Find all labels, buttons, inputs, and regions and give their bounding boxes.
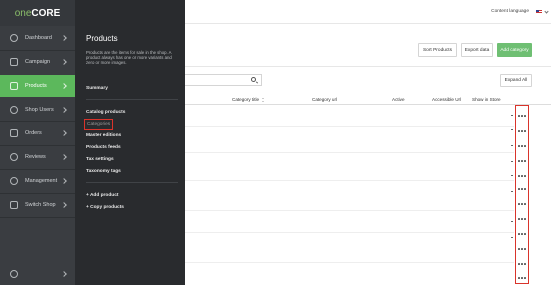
table-row <box>185 126 514 127</box>
sidebar-item-management[interactable]: Management <box>0 170 75 192</box>
sort-products-button[interactable]: Sort Products <box>418 43 457 57</box>
row-actions-menu[interactable] <box>518 233 526 235</box>
chevron-right-icon <box>61 130 67 136</box>
brand-prefix: one <box>14 7 32 19</box>
megaphone-icon <box>10 58 18 66</box>
row-actions-menu[interactable] <box>518 145 526 147</box>
sidebar-item-reviews[interactable]: Reviews <box>0 146 75 168</box>
table-row <box>185 232 514 233</box>
products-flyout-menu: Products Products are the items for sale… <box>75 0 185 285</box>
box-icon <box>10 82 18 90</box>
chevron-right-icon <box>61 35 67 41</box>
table-row <box>185 210 514 211</box>
row-actions-menu[interactable] <box>518 175 526 177</box>
row-actions-menu[interactable] <box>518 218 526 220</box>
main-content: Content language Sort Products Export da… <box>185 0 551 285</box>
row-actions-menu[interactable] <box>518 115 526 117</box>
row-actions-menu[interactable] <box>518 203 526 205</box>
users-icon <box>10 106 18 114</box>
sidebar-item-label: Products <box>25 83 47 89</box>
add-product-link[interactable]: + Add product <box>86 193 118 198</box>
star-icon <box>10 153 18 161</box>
column-active[interactable]: Active <box>392 97 405 102</box>
chevron-right-icon <box>61 83 67 89</box>
sidebar-item-label: Management <box>25 178 58 184</box>
flyout-link-products-feeds[interactable]: Products feeds <box>86 145 121 150</box>
sidebar-item-label: Switch Shop <box>25 202 56 208</box>
store-icon <box>10 201 18 209</box>
gear-icon <box>10 177 18 185</box>
flyout-link-categories[interactable]: Categories <box>83 119 114 130</box>
column-show-in-store[interactable]: Show in Store <box>472 97 501 102</box>
export-data-button[interactable]: Export data <box>461 43 493 57</box>
add-category-button[interactable]: Add category <box>497 43 532 57</box>
column-category-url[interactable]: Category url <box>312 97 337 102</box>
search-icon[interactable] <box>251 77 256 82</box>
row-actions-menu[interactable] <box>518 263 526 265</box>
column-accessible-url[interactable]: Accessible Url <box>432 97 461 102</box>
chevron-right-icon <box>61 271 67 277</box>
flag-icon[interactable] <box>536 10 542 14</box>
gauge-icon <box>10 34 18 42</box>
chevron-right-icon <box>61 178 67 184</box>
row-actions-menu[interactable] <box>518 130 526 132</box>
sidebar-item-account[interactable] <box>0 263 75 285</box>
chevron-right-icon <box>61 107 67 113</box>
flyout-link-tax-settings[interactable]: Tax settings <box>86 157 114 162</box>
sidebar: one CORE Dashboard Campaign Products Sho… <box>0 0 75 285</box>
row-actions-menu[interactable] <box>518 248 526 250</box>
chevron-right-icon <box>61 202 67 208</box>
table-row <box>185 262 514 263</box>
flyout-title: Products <box>86 34 118 43</box>
sidebar-item-switch-shop[interactable]: Switch Shop <box>0 194 75 216</box>
sidebar-item-orders[interactable]: Orders <box>0 122 75 144</box>
flyout-link-taxonomy-tags[interactable]: Taxonomy tags <box>86 169 121 174</box>
brand-name: CORE <box>31 7 61 19</box>
copy-products-link[interactable]: + Copy products <box>86 205 124 210</box>
sidebar-item-shop-users[interactable]: Shop Users <box>0 99 75 121</box>
row-actions-menu[interactable] <box>518 277 526 279</box>
sidebar-item-label: Reviews <box>25 154 46 160</box>
table-header: Category title Category url Active Acces… <box>185 95 551 105</box>
top-bar: Content language <box>185 0 551 24</box>
content-language-label[interactable]: Content language <box>491 9 529 14</box>
row-actions-menu[interactable] <box>518 188 526 190</box>
sidebar-item-label: Orders <box>25 130 42 136</box>
chevron-right-icon <box>61 154 67 160</box>
table-row <box>185 180 514 181</box>
sidebar-item-campaign[interactable]: Campaign <box>0 51 75 73</box>
flyout-description: Products are the items for sale in the s… <box>86 50 172 66</box>
expand-all-button[interactable]: Expand All <box>500 74 532 87</box>
chevron-right-icon <box>61 59 67 65</box>
sidebar-item-products[interactable]: Products <box>0 75 75 97</box>
sort-icon[interactable] <box>262 98 265 102</box>
column-category-title[interactable]: Category title <box>232 97 259 102</box>
sidebar-item-dashboard[interactable]: Dashboard <box>0 27 75 49</box>
sidebar-item-label: Dashboard <box>25 35 52 41</box>
sidebar-item-label: Shop Users <box>25 107 54 113</box>
flyout-link-summary[interactable]: Summary <box>86 86 108 91</box>
chevron-down-icon[interactable] <box>544 9 549 14</box>
row-actions-menu[interactable] <box>518 160 526 162</box>
table-row <box>185 152 514 153</box>
cart-icon <box>10 129 18 137</box>
flyout-link-master-editions[interactable]: Master editions <box>86 133 121 138</box>
flyout-link-catalog-products[interactable]: Catalog products <box>86 110 125 115</box>
brand-logo[interactable]: one CORE <box>0 0 75 26</box>
user-icon <box>10 270 18 278</box>
sidebar-item-label: Campaign <box>25 59 51 65</box>
